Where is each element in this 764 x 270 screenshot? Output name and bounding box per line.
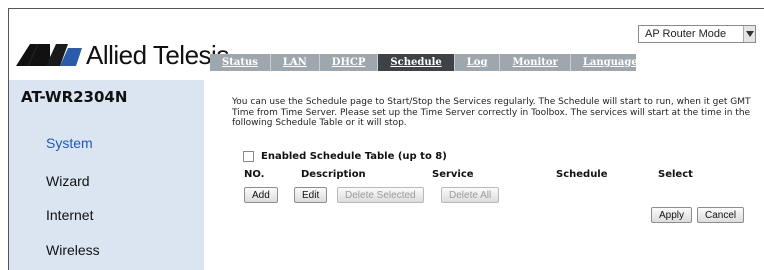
brand-name: Allied Telesis — [86, 39, 229, 70]
column-header-description: Description — [301, 169, 366, 180]
delete-selected-button[interactable]: Delete Selected — [337, 187, 424, 203]
enable-schedule-row: Enabled Schedule Table (up to 8) — [243, 151, 447, 162]
tab-status[interactable]: Status — [210, 54, 271, 71]
main-tabs: Status LAN DHCP Schedule Log Monitor Lan… — [210, 54, 638, 71]
brand-logo: Allied Telesis — [16, 40, 229, 70]
sidebar: AT-WR2304N System Wizard Internet Wirele… — [9, 80, 204, 270]
sidebar-item-wireless[interactable]: Wireless — [46, 242, 100, 258]
chevron-down-icon[interactable] — [743, 26, 755, 42]
schedule-description: You can use the Schedule page to Start/S… — [232, 97, 751, 128]
cancel-button[interactable]: Cancel — [697, 207, 745, 223]
column-header-service: Service — [432, 169, 474, 180]
edit-button[interactable]: Edit — [294, 187, 328, 203]
tab-monitor[interactable]: Monitor — [500, 54, 571, 71]
delete-all-button[interactable]: Delete All — [441, 187, 500, 203]
sidebar-item-wizard[interactable]: Wizard — [46, 173, 90, 189]
apply-button[interactable]: Apply — [651, 207, 693, 223]
sidebar-item-internet[interactable]: Internet — [46, 207, 93, 223]
tab-lan[interactable]: LAN — [271, 54, 320, 71]
tab-language[interactable]: Language — [571, 54, 650, 71]
mode-select[interactable]: AP Router Mode — [638, 25, 756, 43]
column-header-no: NO. — [244, 169, 265, 180]
column-header-schedule: Schedule — [556, 169, 608, 180]
enable-schedule-label: Enabled Schedule Table (up to 8) — [261, 151, 447, 162]
allied-telesis-logo-icon — [16, 44, 82, 66]
model-name: AT-WR2304N — [21, 88, 128, 106]
column-header-select: Select — [658, 169, 693, 180]
add-button[interactable]: Add — [244, 187, 278, 203]
tab-schedule[interactable]: Schedule — [378, 54, 455, 71]
mode-select-value: AP Router Mode — [645, 28, 727, 40]
tab-log[interactable]: Log — [455, 54, 501, 71]
tab-dhcp[interactable]: DHCP — [320, 54, 379, 71]
enable-schedule-checkbox[interactable] — [243, 151, 254, 162]
sidebar-item-system[interactable]: System — [46, 135, 93, 151]
